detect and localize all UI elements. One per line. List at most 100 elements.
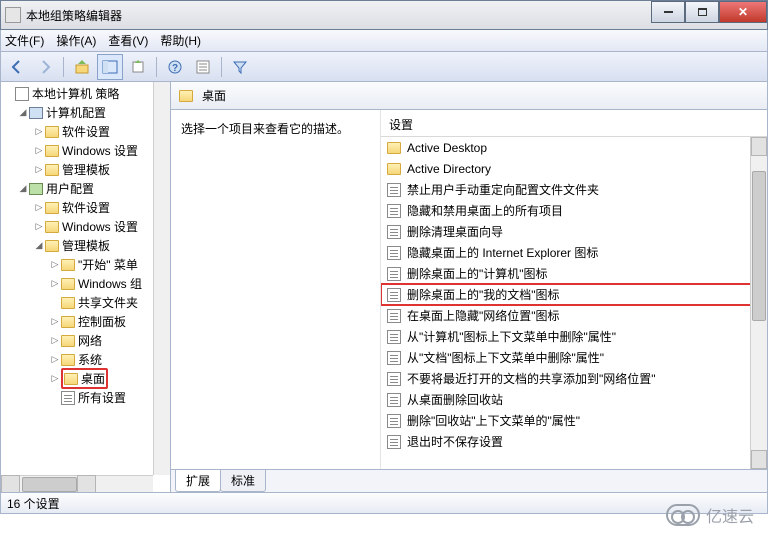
tree-item[interactable]: ▷软件设置	[1, 198, 170, 217]
tree-user-config[interactable]: ◢用户配置	[1, 179, 170, 198]
list-item[interactable]: 删除清理桌面向导	[381, 221, 767, 242]
policy-setting-icon	[387, 309, 401, 323]
tree-item[interactable]: ▷所有设置	[1, 388, 170, 407]
show-hide-tree-button[interactable]	[98, 55, 122, 79]
menu-action[interactable]: 操作(A)	[56, 32, 96, 49]
maximize-button[interactable]	[685, 1, 719, 23]
list-item[interactable]: 从"计算机"图标上下文菜单中删除"属性"	[381, 326, 767, 347]
folder-icon	[45, 240, 59, 252]
list-item-label: 删除"回收站"上下文菜单的"属性"	[407, 412, 580, 429]
tree-item[interactable]: ◢管理模板	[1, 236, 170, 255]
filter-button[interactable]	[228, 55, 252, 79]
folder-icon	[61, 259, 75, 271]
export-button[interactable]	[126, 55, 150, 79]
list-item[interactable]: 隐藏桌面上的 Internet Explorer 图标	[381, 242, 767, 263]
close-button[interactable]: ✕	[719, 1, 767, 23]
folder-icon	[61, 354, 75, 366]
list-item[interactable]: Active Directory	[381, 158, 767, 179]
settings-list: Active Desktop Active Directory 禁止用户手动重定向配…	[381, 137, 767, 469]
toolbar: ?	[0, 52, 768, 82]
tree-item[interactable]: ▷共享文件夹	[1, 293, 170, 312]
tree-item[interactable]: ▷Windows 设置	[1, 217, 170, 236]
folder-icon	[45, 221, 59, 233]
folder-icon	[45, 164, 59, 176]
back-button[interactable]	[5, 55, 29, 79]
menu-file[interactable]: 文件(F)	[5, 32, 44, 49]
tree-item[interactable]: ▷Windows 设置	[1, 141, 170, 160]
tab-extended[interactable]: 扩展	[175, 470, 221, 492]
tree-label: 本地计算机 策略	[32, 85, 119, 102]
menu-help[interactable]: 帮助(H)	[160, 32, 201, 49]
tree-item[interactable]: ▷控制面板	[1, 312, 170, 331]
list-item[interactable]: 删除"回收站"上下文菜单的"属性"	[381, 410, 767, 431]
folder-icon	[61, 316, 75, 328]
list-item-label: 删除桌面上的"我的文档"图标	[407, 286, 560, 303]
content-area: ▶本地计算机 策略 ◢计算机配置 ▷软件设置 ▷Windows 设置 ▷管理模板…	[0, 82, 768, 493]
list-item-label: 不要将最近打开的文档的共享添加到"网络位置"	[407, 370, 656, 387]
folder-icon	[61, 278, 75, 290]
tree-item[interactable]: ▷Windows 组	[1, 274, 170, 293]
up-button[interactable]	[70, 55, 94, 79]
watermark: 亿速云	[666, 503, 754, 527]
tree-item[interactable]: ▷管理模板	[1, 160, 170, 179]
tree-h-scrollbar[interactable]	[1, 475, 153, 492]
list-item-label: 禁止用户手动重定向配置文件文件夹	[407, 181, 599, 198]
scroll-thumb[interactable]	[22, 477, 77, 492]
tree-label: 共享文件夹	[78, 294, 138, 311]
tree-label: 桌面	[81, 372, 105, 386]
list-v-scrollbar[interactable]	[750, 137, 767, 469]
tree-v-scrollbar[interactable]	[153, 82, 170, 475]
folder-icon	[45, 126, 59, 138]
tree-item[interactable]: ▷"开始" 菜单	[1, 255, 170, 274]
policy-icon	[15, 87, 29, 101]
list-item-label: 从"文档"图标上下文菜单中删除"属性"	[407, 349, 604, 366]
list-item[interactable]: 禁止用户手动重定向配置文件文件夹	[381, 179, 767, 200]
list-item[interactable]: 从"文档"图标上下文菜单中删除"属性"	[381, 347, 767, 368]
tree-item-desktop[interactable]: ▷桌面	[1, 369, 170, 388]
policy-setting-icon	[387, 351, 401, 365]
status-bar: 16 个设置	[0, 493, 768, 514]
detail-panel: 桌面 选择一个项目来查看它的描述。 设置 Active DesktopActiv…	[171, 82, 767, 492]
list-item[interactable]: 从桌面删除回收站	[381, 389, 767, 410]
list-item-label: 删除清理桌面向导	[407, 223, 503, 240]
help-button[interactable]: ?	[163, 55, 187, 79]
forward-button[interactable]	[33, 55, 57, 79]
settings-list-pane: 设置 Active Desktop Active Directory 禁止用户手动重…	[381, 110, 767, 469]
list-item[interactable]: 不要将最近打开的文档的共享添加到"网络位置"	[381, 368, 767, 389]
tree-label: "开始" 菜单	[78, 256, 138, 273]
menu-bar: 文件(F) 操作(A) 查看(V) 帮助(H)	[0, 30, 768, 52]
policy-setting-icon	[387, 246, 401, 260]
title-bar: 本地组策略编辑器 ✕	[0, 0, 768, 30]
tree-label: 所有设置	[78, 389, 126, 406]
minimize-button[interactable]	[651, 1, 685, 23]
folder-icon	[179, 90, 193, 102]
list-item[interactable]: 隐藏和禁用桌面上的所有项目	[381, 200, 767, 221]
tree-item[interactable]: ▷系统	[1, 350, 170, 369]
tab-standard[interactable]: 标准	[220, 470, 266, 492]
policy-setting-icon	[387, 393, 401, 407]
list-item[interactable]: Active Desktop	[381, 137, 767, 158]
tree-label: 系统	[78, 351, 102, 368]
tree-root[interactable]: ▶本地计算机 策略	[1, 84, 170, 103]
menu-view[interactable]: 查看(V)	[108, 32, 148, 49]
tree-label: 控制面板	[78, 313, 126, 330]
scroll-thumb[interactable]	[752, 171, 766, 321]
tree-item[interactable]: ▷网络	[1, 331, 170, 350]
computer-icon	[29, 107, 43, 119]
policy-setting-icon	[387, 183, 401, 197]
tree-computer-config[interactable]: ◢计算机配置	[1, 103, 170, 122]
app-icon	[5, 7, 21, 23]
list-item[interactable]: 删除桌面上的"我的文档"图标	[381, 284, 767, 305]
folder-icon	[45, 202, 59, 214]
settings-icon	[61, 391, 75, 405]
list-item[interactable]: 退出时不保存设置	[381, 431, 767, 452]
list-item-label: 退出时不保存设置	[407, 433, 503, 450]
tree-label: 管理模板	[62, 161, 110, 178]
column-header-setting[interactable]: 设置	[381, 110, 767, 137]
list-item-label: Active Desktop	[407, 141, 487, 155]
properties-button[interactable]	[191, 55, 215, 79]
list-item[interactable]: 删除桌面上的"计算机"图标	[381, 263, 767, 284]
list-item[interactable]: 在桌面上隐藏"网络位置"图标	[381, 305, 767, 326]
tree-item[interactable]: ▷软件设置	[1, 122, 170, 141]
watermark-text: 亿速云	[706, 503, 754, 527]
